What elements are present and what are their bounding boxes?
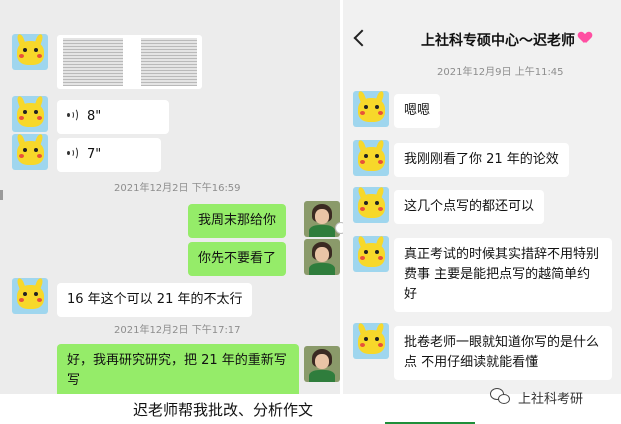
heart-icon [579,32,591,44]
received-message[interactable]: 批卷老师一眼就知道你写的是什么点 不用仔细读就能看懂 [394,326,612,380]
watermark-label: 上社科考研 [518,391,584,407]
contact-avatar[interactable] [12,34,48,70]
received-message[interactable]: 我刚刚看了你 21 年的论效 [394,143,569,177]
image-message[interactable] [57,35,202,89]
back-arrow-icon[interactable] [353,29,371,47]
voice-message[interactable]: 7" [57,138,161,172]
contact-avatar[interactable] [12,96,48,132]
voice-duration: 8" [87,109,102,124]
watermark: 上社科考研 [490,384,583,410]
received-message[interactable]: 嗯嗯 [394,94,441,128]
wechat-icon [490,388,512,406]
sent-message[interactable]: 好，我再研究研究，把 21 年的重新写写 [57,344,299,394]
received-message[interactable]: 这几个点写的都还可以 [394,190,545,224]
user-avatar[interactable] [304,346,340,382]
sent-message[interactable]: 我周末那给你 [188,204,287,238]
contact-avatar[interactable] [353,91,389,127]
contact-avatar[interactable] [353,323,389,359]
contact-avatar[interactable] [353,140,389,176]
user-avatar[interactable] [304,239,340,275]
contact-avatar[interactable] [353,236,389,272]
scroll-edge-marker [0,190,3,200]
contact-avatar[interactable] [12,134,48,170]
contact-avatar[interactable] [353,187,389,223]
right-chat-screenshot: 上社科专硕中心～迟老师 2021年12月9日 上午11:45 嗯嗯 我刚刚看了你… [343,0,621,394]
timestamp: 2021年12月2日 下午17:17 [114,325,241,336]
received-message[interactable]: 真正考试的时候其实措辞不用特别费事 主要是能把点写的越简单约好 [394,238,612,312]
user-avatar[interactable] [304,201,340,237]
voice-duration: 7" [87,147,102,162]
contact-avatar[interactable] [12,278,48,314]
timestamp: 2021年12月2日 下午16:59 [114,183,241,194]
voice-message[interactable]: 8" [57,100,169,134]
left-chat-screenshot: 8" 7" 2021年12月2日 下午16:59 我周末那给你 你先不要看了 1… [0,0,340,394]
voice-icon [67,146,81,160]
chat-title: 上社科专硕中心～迟老师 [421,33,575,49]
timestamp: 2021年12月9日 上午11:45 [437,67,564,78]
received-message[interactable]: 16 年这个可以 21 年的不太行 [57,283,253,317]
caption: 迟老师帮我批改、分析作文 [133,401,314,419]
voice-icon [67,108,81,122]
sent-message[interactable]: 你先不要看了 [188,242,287,276]
